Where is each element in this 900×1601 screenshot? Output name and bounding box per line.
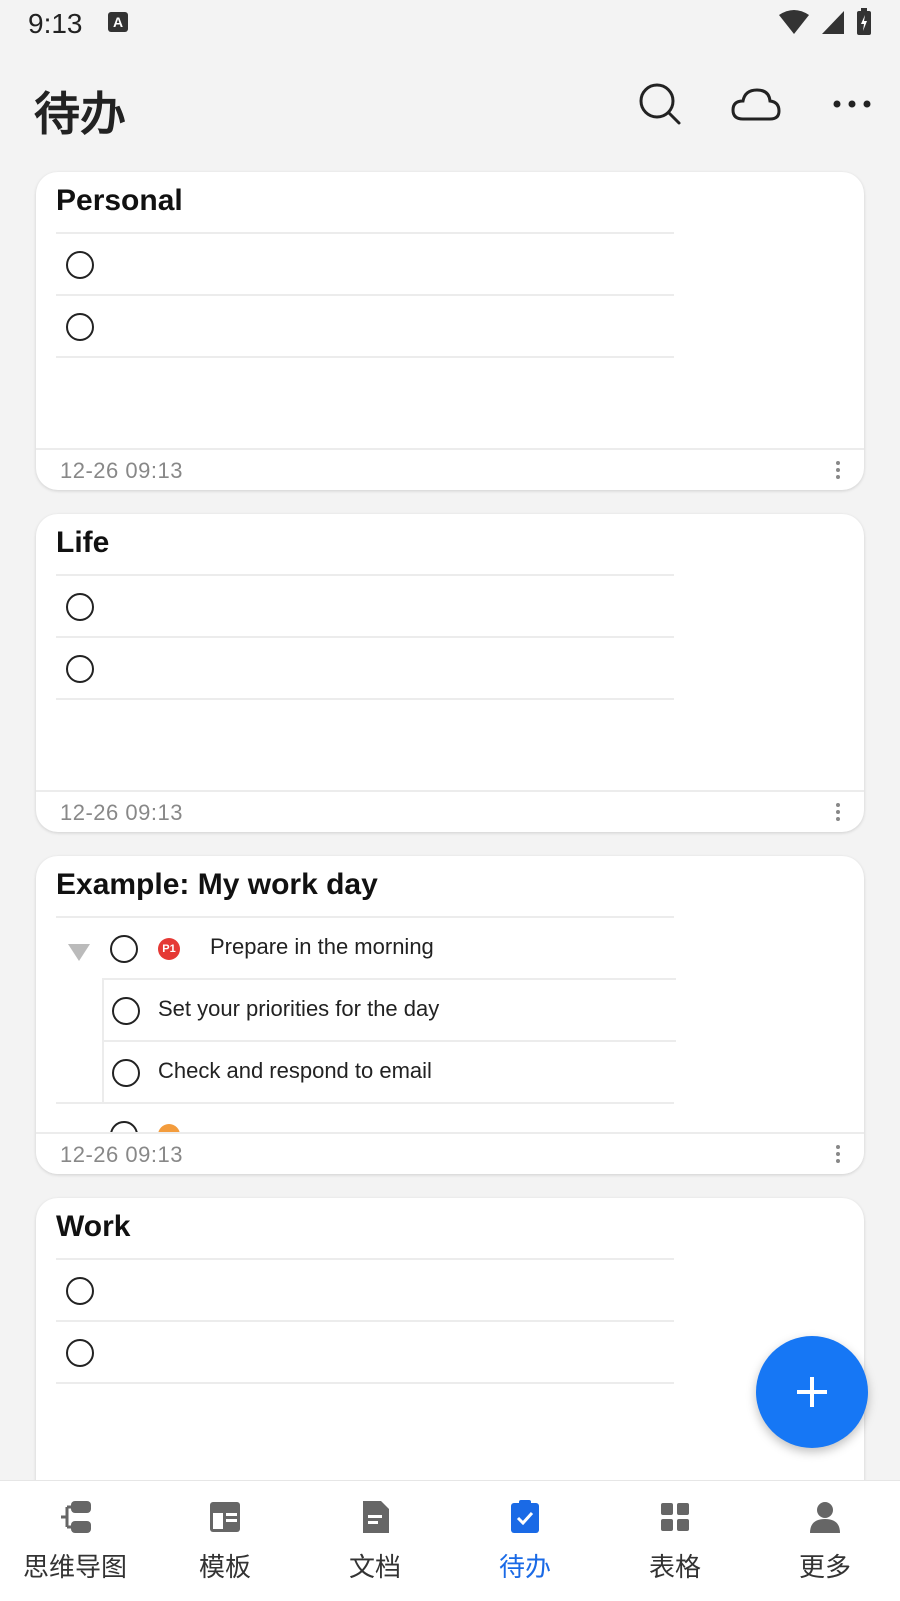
nav-label: 待办 [498,1552,551,1582]
nav-mindmap[interactable]: 思维导图 [0,1481,150,1601]
nav-todo[interactable]: 待办 [450,1481,600,1601]
nav-label: 更多 [798,1552,851,1582]
table-icon [661,1503,689,1531]
todo-card-work-day[interactable]: Example: My work day P1 Prepare in the m… [36,856,864,1174]
todo-row[interactable] [56,1320,674,1384]
nav-documents[interactable]: 文档 [300,1481,450,1601]
card-date: 12-26 09:13 [60,1142,183,1167]
signal-icon [822,11,844,34]
nav-label: 文档 [348,1552,401,1582]
todo-card-life[interactable]: Life 12-26 09:13 [36,514,864,832]
todo-row-cutoff[interactable] [56,1102,674,1134]
priority-badge: P1 [158,938,180,960]
card-footer: 12-26 09:13 [36,790,864,832]
plus-icon [797,1377,827,1407]
divider [56,356,674,358]
card-title: Life [56,526,110,559]
document-icon [363,1501,389,1533]
card-date: 12-26 09:13 [60,458,183,483]
profile-icon [810,1502,840,1533]
todo-row[interactable]: P1 Prepare in the morning [56,916,674,980]
collapse-triangle-icon[interactable] [66,942,92,962]
wifi-icon [779,10,809,34]
nav-tables[interactable]: 表格 [600,1481,750,1601]
checkbox-circle-icon[interactable] [110,935,138,963]
divider [56,1382,674,1384]
status-bar: 9:13 A [0,0,900,48]
card-footer: 12-26 09:13 [36,448,864,490]
card-title: Personal [56,184,183,217]
template-icon [210,1502,240,1532]
cloud-icon[interactable] [730,78,782,130]
search-icon[interactable] [634,78,686,130]
nav-label: 思维导图 [22,1552,127,1582]
todo-row[interactable] [56,294,674,358]
divider [56,698,674,700]
page-title: 待办 [34,88,126,140]
checkbox-circle-icon[interactable] [66,1277,94,1305]
nav-more[interactable]: 更多 [750,1481,900,1601]
card-menu-icon[interactable] [828,800,848,826]
todo-row[interactable] [56,574,674,638]
card-title: Work [56,1210,131,1243]
todo-subtask-row[interactable]: Check and respond to email [102,1040,676,1104]
nav-templates[interactable]: 模板 [150,1481,300,1601]
nav-label: 模板 [198,1552,251,1582]
todo-icon [511,1500,539,1533]
todo-card-personal[interactable]: Personal 12-26 09:13 [36,172,864,490]
nav-label: 表格 [648,1552,701,1582]
checkbox-circle-icon[interactable] [66,655,94,683]
task-text: Set your priorities for the day [158,996,440,1021]
battery-icon [857,8,871,35]
mindmap-icon [61,1501,91,1533]
status-time: 9:13 [28,8,83,39]
card-date: 12-26 09:13 [60,800,183,825]
todo-row[interactable] [56,1258,674,1322]
more-options-icon[interactable] [826,78,878,130]
checkbox-circle-icon[interactable] [66,251,94,279]
card-menu-icon[interactable] [828,458,848,484]
checkbox-circle-icon[interactable] [66,1339,94,1367]
bottom-nav: 思维导图 模板 文档 待办 表格 更多 [0,1480,900,1601]
app-header: 待办 [0,60,900,150]
checkbox-circle-icon[interactable] [66,313,94,341]
add-button[interactable] [756,1336,868,1448]
status-icons [778,8,872,36]
checkbox-circle-icon[interactable] [112,1059,140,1087]
checkbox-circle-icon[interactable] [112,997,140,1025]
card-title: Example: My work day [56,868,378,901]
task-text: Prepare in the morning [210,934,434,959]
todo-row[interactable] [56,636,674,700]
card-menu-icon[interactable] [828,1142,848,1168]
checkbox-circle-icon[interactable] [66,593,94,621]
card-footer: 12-26 09:13 [36,1132,864,1174]
todo-subtask-row[interactable]: Set your priorities for the day [102,978,676,1042]
todo-card-work[interactable]: Work [36,1198,864,1516]
app-notification-icon: A [108,12,128,32]
task-text: Check and respond to email [158,1058,432,1083]
todo-row[interactable] [56,232,674,296]
